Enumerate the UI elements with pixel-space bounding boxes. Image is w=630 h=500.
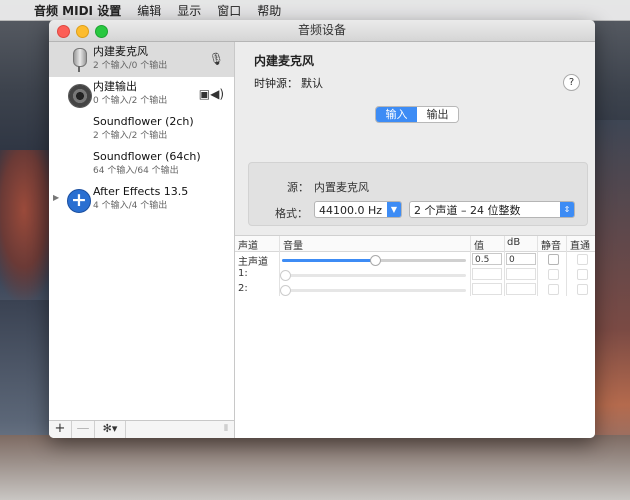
device-detail-panel: 内建麦克风 时钟源： 默认 ? 输入 输出 源： 内置麦克风 格式： 44100…: [235, 42, 595, 438]
device-name: Soundflower (64ch): [93, 150, 201, 163]
db-field[interactable]: [506, 283, 536, 295]
tab-input[interactable]: 输入: [376, 107, 417, 122]
volume-slider[interactable]: [282, 255, 466, 266]
menu-view[interactable]: 显示: [169, 2, 209, 19]
device-name: After Effects 13.5: [93, 185, 189, 198]
bit-format-value: 2 个声道 – 24 位整数: [414, 204, 521, 217]
col-volume: 音量: [283, 241, 303, 252]
device-io-count: 2 个输入/2 个输出: [93, 131, 168, 141]
remove-device-button[interactable]: —: [72, 421, 95, 438]
add-device-button[interactable]: +: [49, 421, 72, 438]
close-button[interactable]: [57, 25, 70, 38]
db-field[interactable]: [506, 268, 536, 280]
thru-checkbox[interactable]: [577, 269, 588, 280]
device-io-count: 64 个输入/64 个输出: [93, 166, 179, 176]
volume-slider[interactable]: [280, 285, 466, 296]
col-db: dB: [507, 237, 521, 248]
device-item-builtin-mic[interactable]: 内建麦克风 2 个输入/0 个输出 🎙: [49, 42, 234, 77]
device-title: 内建麦克风: [254, 54, 315, 68]
mute-checkbox[interactable]: [548, 254, 559, 265]
db-field[interactable]: 0: [506, 253, 536, 265]
value-field[interactable]: [472, 283, 502, 295]
menu-help[interactable]: 帮助: [249, 2, 289, 19]
disclosure-triangle-icon[interactable]: ▶: [53, 193, 59, 202]
menu-window[interactable]: 窗口: [209, 2, 249, 19]
slider-knob[interactable]: [280, 285, 291, 296]
col-value: 值: [474, 241, 484, 252]
help-button[interactable]: ?: [563, 74, 580, 91]
window-title: 音频设备: [297, 23, 346, 37]
desktop-wallpaper-bottom: [0, 435, 630, 500]
after-effects-icon: +: [65, 186, 93, 214]
device-io-count: 0 个输入/2 个输出: [93, 96, 168, 106]
menu-bar: 音频 MIDI 设置 编辑 显示 窗口 帮助: [0, 0, 630, 21]
table-row: 2:: [235, 282, 595, 297]
device-io-count: 4 个输入/4 个输出: [93, 201, 168, 211]
value-field[interactable]: [472, 268, 502, 280]
sample-rate-value: 44100.0 Hz: [319, 204, 383, 217]
table-header: 声道 音量 值 dB 静音 直通: [235, 236, 595, 252]
clock-source-label: 时钟源：: [254, 77, 298, 90]
volume-slider[interactable]: [280, 270, 466, 281]
resize-grip-icon[interactable]: ⦀: [224, 424, 228, 434]
col-channel: 声道: [238, 241, 258, 252]
mute-checkbox[interactable]: [548, 284, 559, 295]
channel-table: 声道 音量 值 dB 静音 直通 主声道 0.5 0 1: 2:: [235, 235, 595, 438]
thru-checkbox[interactable]: [577, 284, 588, 295]
io-segmented-control: 输入 输出: [375, 106, 459, 123]
default-output-speaker-icon: ▣◀): [198, 87, 224, 101]
microphone-icon: [65, 46, 93, 74]
device-sidebar: 内建麦克风 2 个输入/0 个输出 🎙 内建输出 0 个输入/2 个输出 ▣◀)…: [49, 42, 235, 438]
chevron-updown-icon: ⇕: [560, 202, 574, 217]
slider-knob[interactable]: [280, 270, 291, 281]
channel-name: 主声道: [238, 257, 268, 268]
device-item-after-effects[interactable]: ▶ + After Effects 13.5 4 个输入/4 个输出: [49, 182, 234, 217]
format-label: 格式：: [275, 207, 308, 220]
device-io-count: 2 个输入/0 个输出: [93, 61, 168, 71]
bit-format-select[interactable]: 2 个声道 – 24 位整数 ⇕: [409, 201, 575, 218]
thru-checkbox[interactable]: [577, 254, 588, 265]
minimize-button[interactable]: [76, 25, 89, 38]
col-thru: 直通: [570, 241, 590, 252]
sidebar-toolbar: + — ✻▾ ⦀: [49, 420, 234, 438]
clock-source-value[interactable]: 默认: [301, 75, 323, 91]
device-item-builtin-output[interactable]: 内建输出 0 个输入/2 个输出 ▣◀): [49, 77, 234, 112]
device-item-soundflower-2ch[interactable]: Soundflower (2ch) 2 个输入/2 个输出: [49, 112, 234, 147]
source-label: 源：: [287, 181, 309, 194]
menu-edit[interactable]: 编辑: [129, 2, 169, 19]
window-controls: [57, 25, 108, 38]
audio-devices-window: 音频设备 内建麦克风 2 个输入/0 个输出 🎙 内建输出 0 个输入/2 个输…: [49, 20, 595, 438]
slider-knob[interactable]: [370, 255, 381, 266]
zoom-button[interactable]: [95, 25, 108, 38]
source-value: 内置麦克风: [314, 181, 369, 194]
table-row: 主声道 0.5 0: [235, 252, 595, 268]
input-microphone-icon: 🎙: [208, 52, 224, 66]
sample-rate-select[interactable]: 44100.0 Hz ▼: [314, 201, 402, 218]
format-panel: 源： 内置麦克风 格式： 44100.0 Hz ▼ 2 个声道 – 24 位整数…: [248, 162, 588, 226]
device-name: Soundflower (2ch): [93, 115, 194, 128]
menu-app[interactable]: 音频 MIDI 设置: [26, 2, 129, 19]
channel-name: 1:: [238, 268, 248, 279]
value-field[interactable]: 0.5: [472, 253, 502, 265]
chevron-down-icon: ▼: [387, 202, 401, 217]
channel-name: 2:: [238, 283, 248, 294]
table-row: 1:: [235, 267, 595, 282]
title-bar[interactable]: 音频设备: [49, 20, 595, 42]
tab-output[interactable]: 输出: [417, 107, 458, 122]
device-item-soundflower-64ch[interactable]: Soundflower (64ch) 64 个输入/64 个输出: [49, 147, 234, 182]
device-name: 内建输出: [93, 80, 137, 93]
device-name: 内建麦克风: [93, 45, 148, 58]
speaker-icon: [65, 81, 93, 109]
gear-menu-button[interactable]: ✻▾: [95, 421, 126, 438]
col-mute: 静音: [541, 241, 561, 252]
mute-checkbox[interactable]: [548, 269, 559, 280]
